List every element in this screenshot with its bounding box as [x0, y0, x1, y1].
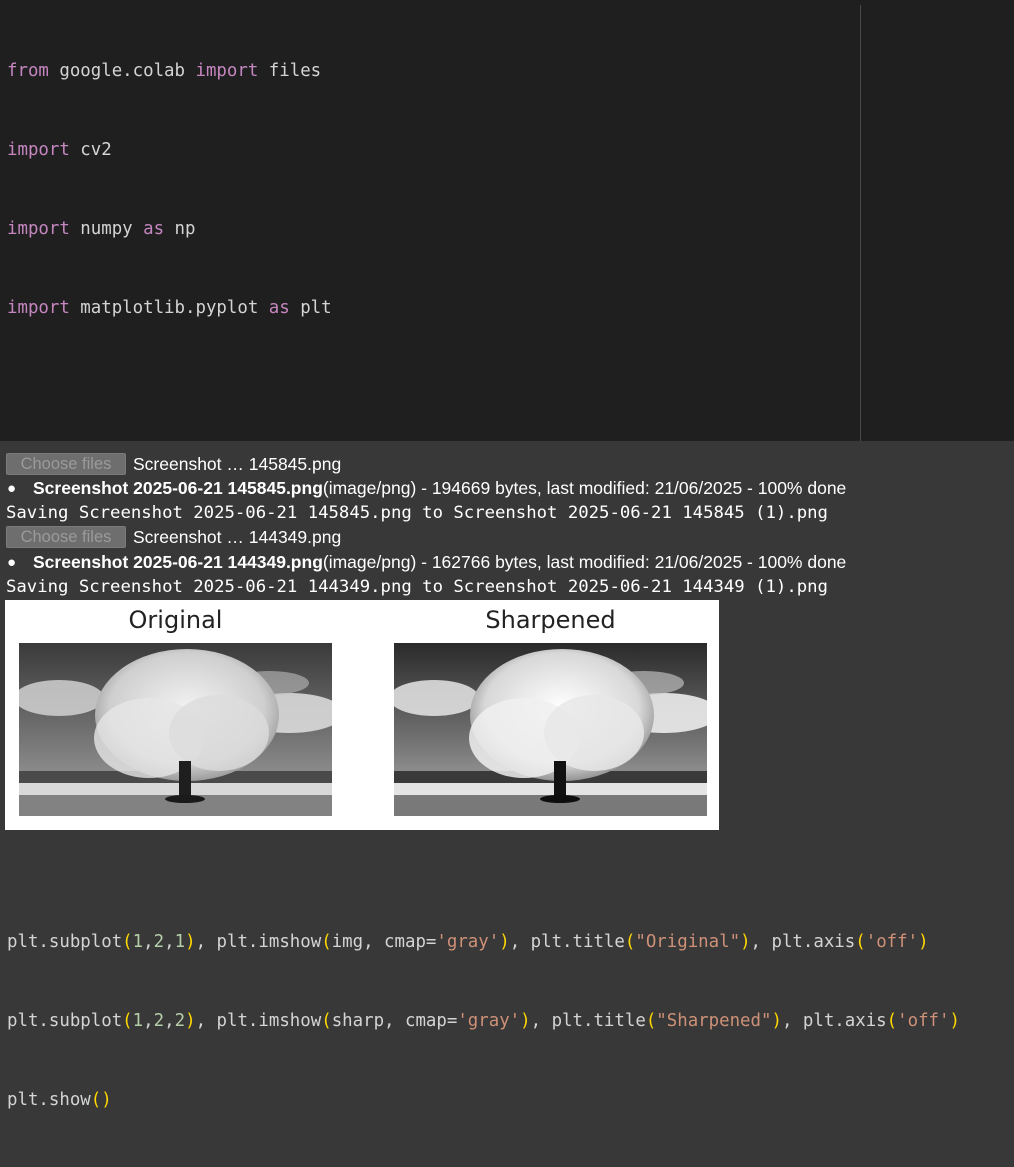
- file-upload-widget: Choose files Screenshot … 145845.png: [6, 452, 341, 476]
- code-line: from google.colab import files: [7, 60, 322, 81]
- upload-file-details: (image/png) - 162766 bytes, last modifie…: [322, 551, 847, 572]
- tree-photo-original: [19, 643, 332, 816]
- choose-files-button[interactable]: Choose files: [6, 453, 126, 475]
- saving-message: Saving Screenshot 2025-06-21 144349.png …: [6, 577, 828, 597]
- code-line: plt.subplot(1,2,1), plt.imshow(img, cmap…: [7, 932, 929, 953]
- file-upload-widget: Choose files Screenshot … 144349.png: [6, 525, 341, 549]
- code-token: as: [143, 219, 165, 240]
- code-token: import: [7, 298, 70, 319]
- saving-message: Saving Screenshot 2025-06-21 145845.png …: [6, 503, 828, 523]
- bullet-icon: ●: [7, 479, 17, 497]
- code-cell[interactable]: from google.colab import files import cv…: [0, 0, 1014, 1110]
- column-ruler: [860, 5, 861, 441]
- code-token: import: [195, 60, 259, 81]
- subplot-title-sharpened: Sharpened: [485, 606, 616, 634]
- choose-files-button[interactable]: Choose files: [6, 526, 126, 548]
- bullet-icon: ●: [7, 553, 17, 571]
- code-line: import matplotlib.pyplot as plt: [7, 298, 332, 319]
- code-line: plt.subplot(1,2,2), plt.imshow(sharp, cm…: [7, 1011, 960, 1032]
- tree-photo-sharpened: [394, 643, 707, 816]
- upload-status-item: ● Screenshot 2025-06-21 145845.png (image…: [7, 476, 846, 500]
- subplot-title-original: Original: [128, 606, 223, 634]
- upload-status-item: ● Screenshot 2025-06-21 144349.png (image…: [7, 550, 846, 574]
- uploaded-file-name: Screenshot 2025-06-21 144349.png: [33, 551, 323, 572]
- code-token: import: [7, 140, 70, 161]
- upload-file-details: (image/png) - 194669 bytes, last modifie…: [322, 477, 847, 498]
- uploaded-file-name: Screenshot 2025-06-21 145845.png: [33, 477, 323, 498]
- chosen-file-name: Screenshot … 144349.png: [133, 526, 342, 547]
- code-line: import cv2: [7, 140, 112, 161]
- code-line: plt.show(): [7, 1090, 112, 1111]
- chosen-file-name: Screenshot … 145845.png: [133, 453, 342, 474]
- matplotlib-figure: Original Sharpened: [5, 600, 719, 830]
- sharpened-image: [394, 643, 707, 816]
- code-token: import: [7, 219, 70, 240]
- code-token: as: [268, 298, 290, 319]
- code-line: import numpy as np: [7, 219, 196, 240]
- original-image: [19, 643, 332, 816]
- code-token: from: [7, 60, 49, 81]
